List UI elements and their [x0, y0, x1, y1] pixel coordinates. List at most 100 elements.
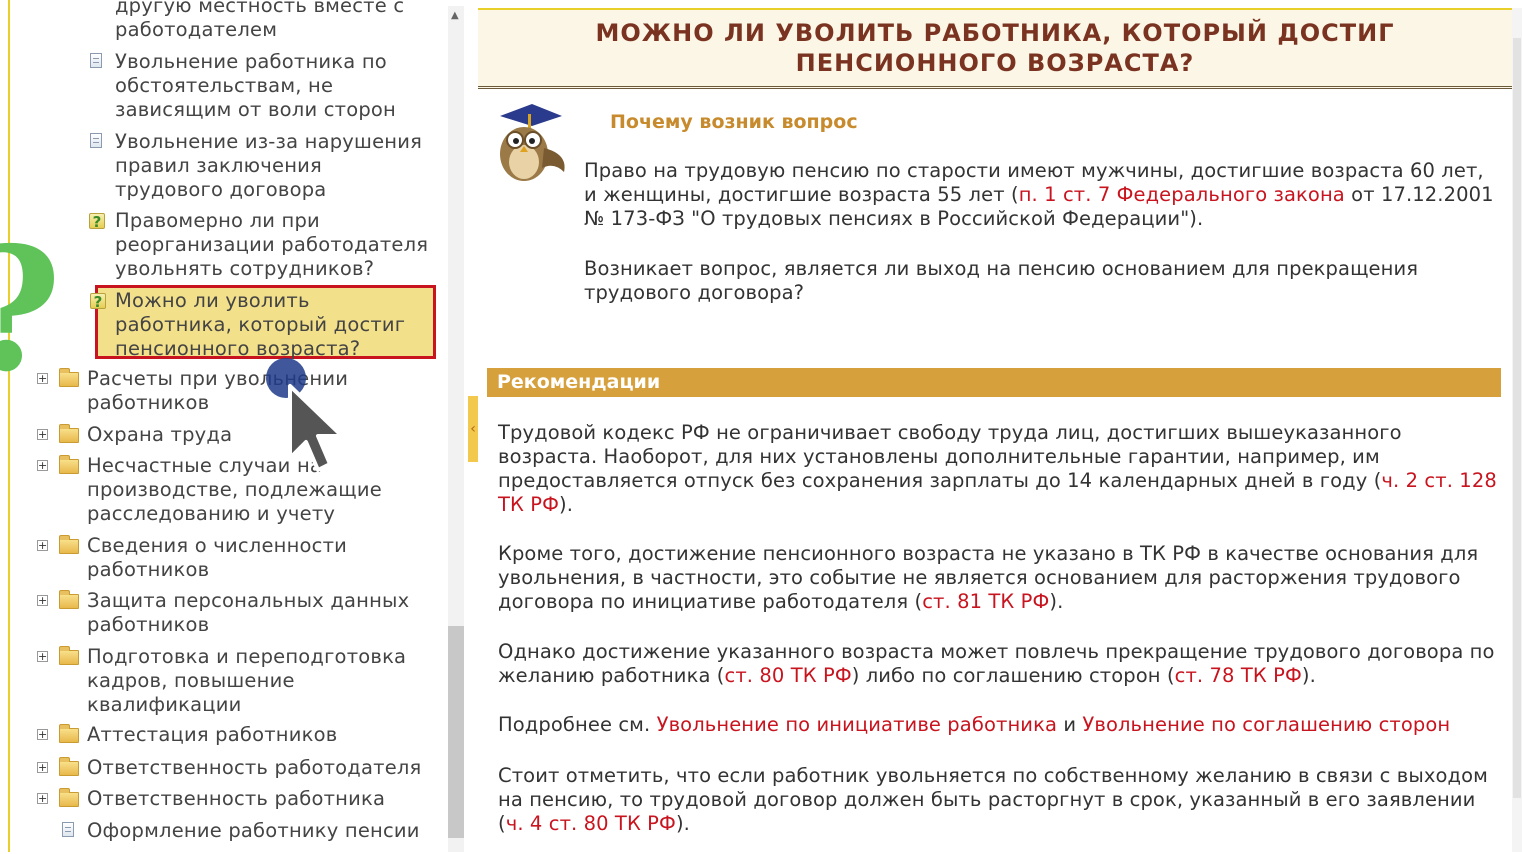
folder-icon [59, 455, 79, 474]
question-icon: ? [89, 213, 105, 230]
text: Возникает вопрос, является ли выход на п… [584, 257, 1419, 280]
law-link[interactable]: ч. 2 ст. 128 [1381, 469, 1496, 492]
related-article-link[interactable]: Увольнение по соглашению сторон [1082, 713, 1450, 736]
law-link[interactable]: ТК РФ [498, 493, 559, 516]
paragraph-labor-code: Трудовой кодекс РФ не ограничивает свобо… [498, 421, 1503, 517]
text: и женщины, достигшие возраста 55 лет ( [584, 183, 1019, 206]
paragraph-pension-right: Право на трудовую пенсию по старости име… [584, 159, 1494, 231]
paragraph-see-also: Подробнее см. Увольнение по инициативе р… [498, 713, 1503, 737]
tree-item-dismissal-violation[interactable]: Увольнение из-за нарушения правил заключ… [115, 130, 422, 202]
tree-item-label: Охрана труда [87, 423, 233, 446]
paragraph-termination: Однако достижение указанного возраста мо… [498, 640, 1503, 688]
folder-icon [59, 424, 79, 443]
tree-item-label: квалификации [87, 693, 242, 716]
scroll-up-icon[interactable]: ▲ [451, 10, 459, 21]
text: желанию работника ( [498, 664, 725, 687]
text: ). [559, 493, 574, 516]
text: на пенсию, то трудовой договор должен бы… [498, 788, 1476, 811]
tree-item-label: Увольнение из-за нарушения [115, 130, 423, 153]
expand-icon[interactable]: + [37, 793, 48, 804]
text: от 17.12.2001 [1344, 183, 1494, 206]
folder-icon [59, 757, 79, 776]
expand-icon[interactable]: + [37, 595, 48, 606]
folder-icon [59, 788, 79, 807]
tree-item-relocation[interactable]: другую местность вместе с работодателем [115, 0, 404, 42]
tree-folder-personal-data[interactable]: Защита персональных данных работников [87, 589, 409, 637]
tree-item-label: расследованию и учету [87, 502, 336, 525]
tree-folder-labor-protection[interactable]: Охрана труда [87, 423, 232, 447]
scrollbar-thumb[interactable] [448, 626, 464, 838]
tree-scrollbar[interactable]: ▲ [448, 6, 464, 852]
tree-item-pension-age-selected[interactable]: Можно ли уволить работника, который дост… [115, 289, 405, 361]
section-heading-recommendations: Рекомендации [487, 368, 1501, 397]
tree-item-label: работника, который достиг [115, 313, 406, 336]
law-link[interactable]: п. 1 ст. 7 Федерального закона [1019, 183, 1345, 206]
tree-folder-employee-liability[interactable]: Ответственность работника [87, 787, 385, 811]
tree-item-label: другую местность вместе с [115, 0, 405, 17]
law-link[interactable]: ч. 4 ст. 80 ТК РФ [506, 812, 676, 835]
tree-item-label: работодателем [115, 18, 278, 41]
folder-icon [59, 724, 79, 743]
question-icon: ? [90, 293, 106, 310]
tree-folder-attestation[interactable]: Аттестация работников [87, 723, 337, 747]
text: возраста. Наоборот, для них установлены … [498, 445, 1380, 468]
tree-item-label: Увольнение работника по [115, 50, 387, 73]
text: ). [1301, 664, 1316, 687]
law-link[interactable]: ст. 80 ТК РФ [725, 664, 852, 687]
tree-item-label: обстоятельствам, не [115, 74, 334, 97]
tree-item-reorganization[interactable]: Правомерно ли при реорганизации работода… [115, 209, 428, 281]
navigation-tree: другую местность вместе с работодателем … [8, 0, 448, 852]
text: ( [498, 812, 506, 835]
tree-item-dismissal-circumstances[interactable]: Увольнение работника по обстоятельствам,… [115, 50, 396, 122]
related-article-link[interactable]: Увольнение по инициативе работника [657, 713, 1057, 736]
text: Стоит отметить, что если работник увольн… [498, 764, 1488, 787]
law-link[interactable]: ст. 78 ТК РФ [1175, 664, 1302, 687]
scrollbar-thumb[interactable] [1513, 38, 1521, 798]
text: ). [1049, 590, 1064, 613]
paragraph-not-grounds: Кроме того, достижение пенсионного возра… [498, 542, 1503, 614]
folder-icon [59, 535, 79, 554]
tree-item-label: пенсионного возраста? [115, 337, 361, 360]
text: трудового договора? [584, 281, 805, 304]
tree-folder-training[interactable]: Подготовка и переподготовка кадров, повы… [87, 645, 406, 717]
tree-folder-headcount[interactable]: Сведения о численности работников [87, 534, 347, 582]
tree-item-label: трудового договора [115, 178, 327, 201]
tree-item-label: правил заключения [115, 154, 322, 177]
expand-icon[interactable]: + [37, 460, 48, 471]
expand-icon[interactable]: + [37, 429, 48, 440]
tree-item-label: Ответственность работника [87, 787, 386, 810]
expand-icon[interactable]: + [37, 651, 48, 662]
tree-item-label: работников [87, 613, 210, 636]
title-line: МОЖНО ЛИ УВОЛИТЬ РАБОТНИКА, КОТОРЫЙ ДОСТ… [595, 19, 1395, 47]
tree-item-label: Сведения о численности [87, 534, 348, 557]
page-title: МОЖНО ЛИ УВОЛИТЬ РАБОТНИКА, КОТОРЫЙ ДОСТ… [478, 18, 1512, 78]
owl-icon [500, 104, 565, 181]
document-icon [90, 53, 102, 68]
text: увольнения, в частности, это событие не … [498, 566, 1461, 589]
document-icon [62, 822, 74, 837]
tree-item-label: Правомерно ли при [115, 209, 320, 232]
article-panel: МОЖНО ЛИ УВОЛИТЬ РАБОТНИКА, КОТОРЫЙ ДОСТ… [478, 8, 1512, 854]
law-link[interactable]: ст. 81 ТК РФ [922, 590, 1049, 613]
tree-item-label: работников [87, 558, 210, 581]
tree-folder-employer-liability[interactable]: Ответственность работодателя [87, 756, 421, 780]
text: Трудовой кодекс РФ не ограничивает свобо… [498, 421, 1402, 444]
expand-icon[interactable]: + [37, 729, 48, 740]
expand-icon[interactable]: + [37, 762, 48, 773]
folder-icon [59, 646, 79, 665]
tree-item-label: Защита персональных данных [87, 589, 410, 612]
arrow-cursor-icon [266, 358, 344, 472]
folder-icon [59, 590, 79, 609]
article-scrollbar[interactable] [1512, 8, 1522, 852]
green-question-mark-decoration: ? [0, 225, 62, 395]
text: Кроме того, достижение пенсионного возра… [498, 542, 1479, 565]
expand-icon[interactable]: + [37, 540, 48, 551]
panel-splitter-collapse[interactable]: ‹ [468, 396, 478, 462]
text: Подробнее см. [498, 713, 657, 736]
tree-item-label: Подготовка и переподготовка [87, 645, 407, 668]
text: № 173-ФЗ "О трудовых пенсиях в Российско… [584, 207, 1204, 230]
tree-item-label: реорганизации работодателя [115, 233, 429, 256]
tree-item-label: Ответственность работодателя [87, 756, 422, 779]
section-heading-why: Почему возник вопрос [610, 111, 858, 133]
tree-item-pension-registration[interactable]: Оформление работнику пенсии [87, 819, 420, 843]
